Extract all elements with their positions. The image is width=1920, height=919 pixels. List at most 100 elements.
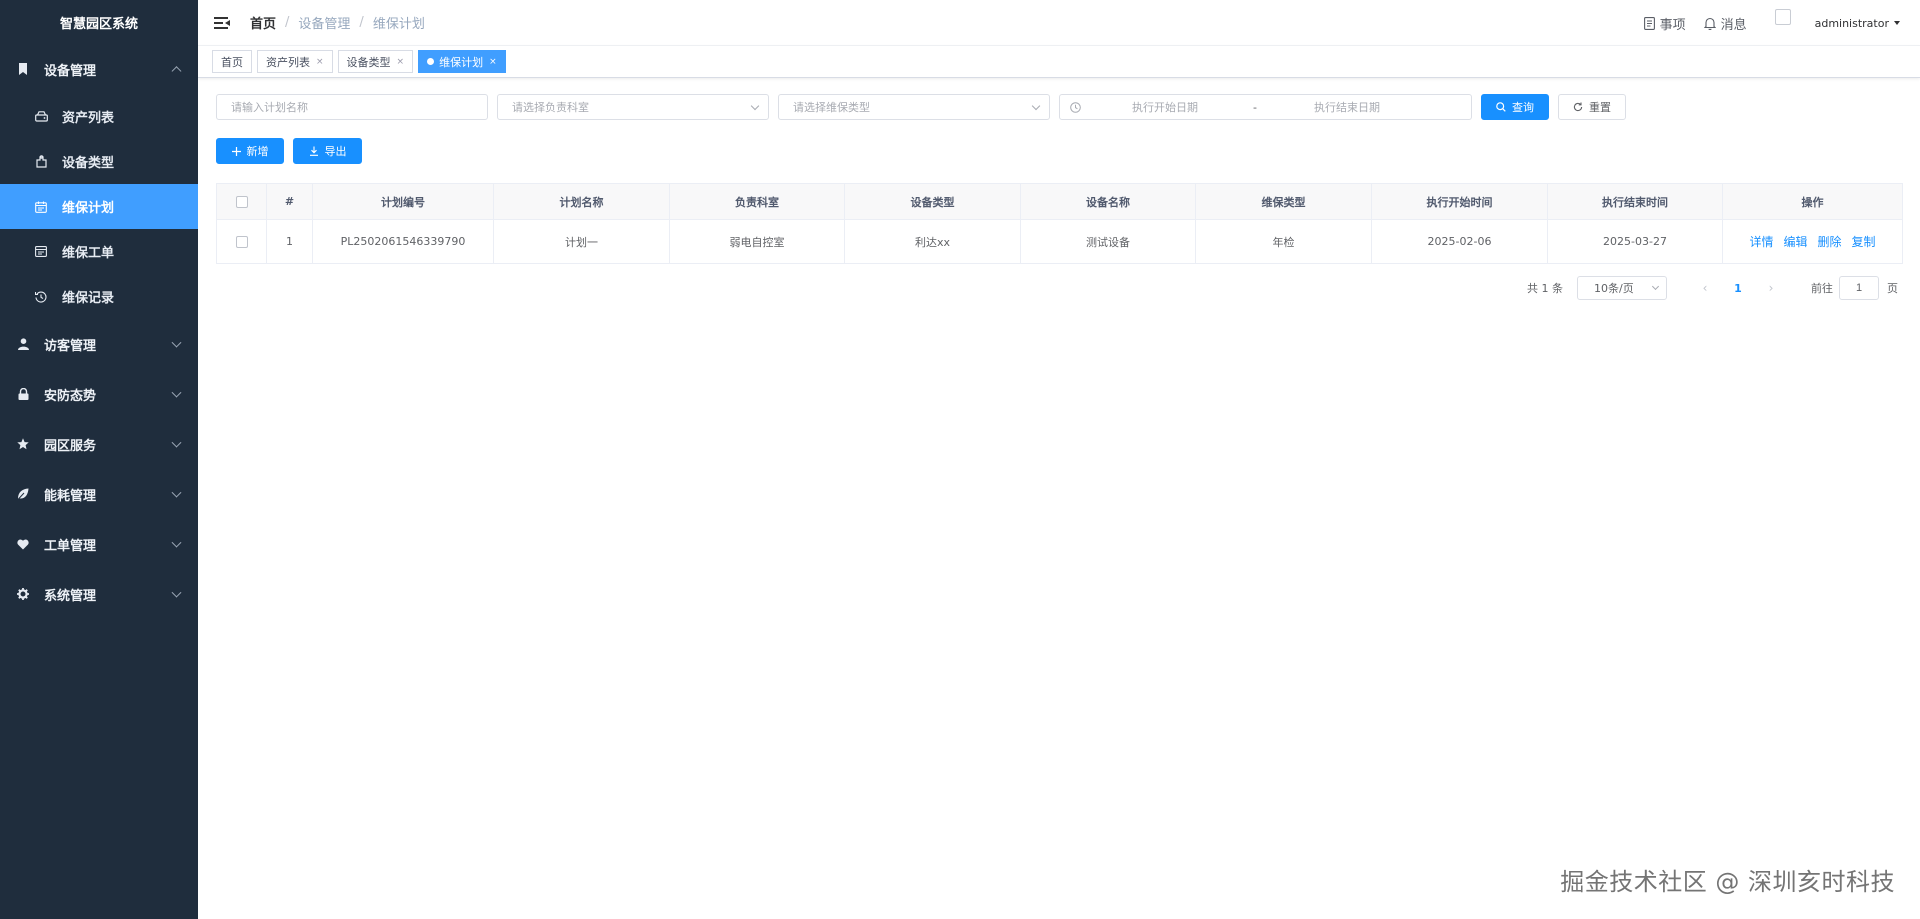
sidebar-group-device-management[interactable]: 设备管理 (0, 44, 198, 94)
cell-start-time: 2025-02-06 (1371, 219, 1548, 264)
tag-device-type[interactable]: 设备类型 × (337, 50, 414, 73)
chevron-down-icon (171, 587, 182, 598)
breadcrumb-item-device-management: 设备管理 (298, 17, 351, 32)
column-header-plan-no: 计划编号 (312, 183, 494, 220)
delete-link[interactable]: 删除 (1818, 235, 1842, 249)
pagination: 共 1 条 10条/页 ‹ 1 › 前往 页 (216, 276, 1902, 300)
submenu-device-management: 资产列表 设备类型 维保计划 维保工单 维保记录 (0, 94, 198, 319)
sidebar-group-energy[interactable]: 能耗管理 (0, 469, 198, 519)
prev-page-button[interactable]: ‹ (1691, 281, 1719, 295)
sidebar-group-system[interactable]: 系统管理 (0, 569, 198, 619)
chevron-down-icon (171, 487, 182, 498)
reset-label: 重置 (1589, 101, 1611, 114)
messages-button[interactable]: 消息 (1703, 14, 1747, 33)
sidebar-group-visitor-management[interactable]: 访客管理 (0, 319, 198, 369)
maintenance-type-placeholder: 请选择维保类型 (793, 101, 870, 114)
star-icon (16, 437, 30, 451)
row-checkbox[interactable] (235, 236, 248, 248)
next-page-button[interactable]: › (1757, 281, 1785, 295)
goto-page-input[interactable] (1839, 276, 1879, 300)
sidebar-item-label: 资产列表 (62, 111, 115, 126)
sidebar-item-device-type[interactable]: 设备类型 (0, 139, 198, 184)
pagination-total: 共 1 条 (1527, 282, 1563, 295)
user-icon (16, 337, 30, 351)
close-icon[interactable]: × (489, 57, 497, 67)
page-jumper: 前往 页 (1811, 276, 1898, 300)
search-icon (1496, 102, 1506, 112)
header-select-all[interactable] (216, 183, 267, 220)
end-date-input[interactable]: 执行结束日期 (1314, 99, 1380, 115)
search-label: 查询 (1512, 101, 1534, 114)
page-number-current[interactable]: 1 (1719, 282, 1757, 295)
date-range-picker[interactable]: 执行开始日期 - 执行结束日期 (1059, 94, 1472, 120)
gear-icon (16, 587, 30, 601)
tag-label: 维保计划 (439, 55, 484, 69)
maintenance-type-select[interactable]: 请选择维保类型 (778, 94, 1050, 120)
tag-asset-list[interactable]: 资产列表 × (257, 50, 333, 73)
detail-link[interactable]: 详情 (1749, 235, 1773, 249)
active-dot-icon (427, 58, 435, 65)
select-all-checkbox[interactable] (235, 196, 248, 208)
department-select[interactable]: 请选择负责科室 (497, 94, 769, 120)
drive-icon (34, 110, 48, 124)
edit-link[interactable]: 编辑 (1783, 235, 1807, 249)
table-row: 1 PL2502061546339790 计划一 弱电自控室 利达xx 测试设备… (216, 219, 1903, 264)
page-size-select[interactable]: 10条/页 (1577, 276, 1667, 300)
sidebar-item-maintenance-workorder[interactable]: 维保工单 (0, 229, 198, 274)
cell-operations: 详情 编辑 删除 复制 (1722, 219, 1903, 264)
breadcrumb-item-home[interactable]: 首页 (250, 13, 276, 32)
watermark: 掘金技术社区 @ 深圳亥时科技 (1560, 868, 1895, 896)
goto-prefix: 前往 (1811, 282, 1833, 295)
column-header-end-time: 执行结束时间 (1547, 183, 1723, 220)
sidebar-group-label: 设备管理 (44, 63, 97, 79)
sidebar-group-workorder[interactable]: 工单管理 (0, 519, 198, 569)
avatar[interactable] (1774, 9, 1791, 25)
user-menu[interactable]: administrator (1815, 17, 1900, 30)
hamburger-icon[interactable] (214, 16, 230, 30)
search-button[interactable]: 查询 (1481, 94, 1549, 120)
chevron-down-icon (171, 537, 182, 548)
navbar-right: 事项 消息 administrator (1626, 0, 1900, 46)
sidebar-group-label: 安防态势 (44, 388, 97, 404)
add-button[interactable]: 新增 (216, 138, 284, 164)
plan-name-placeholder: 请输入计划名称 (231, 101, 308, 114)
breadcrumb-item-maintenance-plan: 维保计划 (372, 17, 425, 32)
plan-name-input[interactable]: 请输入计划名称 (216, 94, 488, 120)
clock-icon (1070, 102, 1081, 113)
add-label: 新增 (246, 145, 269, 158)
sidebar-group-label: 访客管理 (44, 338, 97, 354)
cell-department: 弱电自控室 (669, 219, 845, 264)
close-icon[interactable]: × (397, 57, 405, 67)
copy-link[interactable]: 复制 (1852, 235, 1876, 249)
sidebar-group-security[interactable]: 安防态势 (0, 369, 198, 419)
export-label: 导出 (324, 145, 347, 158)
download-icon (309, 146, 318, 156)
sidebar-item-label: 维保工单 (62, 246, 115, 261)
matters-label: 事项 (1659, 17, 1686, 33)
close-icon[interactable]: × (316, 57, 324, 67)
range-separator: - (1253, 100, 1257, 114)
sidebar-group-park-service[interactable]: 园区服务 (0, 419, 198, 469)
start-date-input[interactable]: 执行开始日期 (1132, 99, 1198, 115)
form-icon (34, 245, 48, 259)
column-header-device-type: 设备类型 (844, 183, 1021, 220)
export-button[interactable]: 导出 (293, 138, 362, 164)
tag-home[interactable]: 首页 (212, 50, 252, 73)
column-header-plan-name: 计划名称 (493, 183, 670, 220)
sidebar-group-label: 能耗管理 (44, 488, 97, 504)
username: administrator (1814, 16, 1889, 30)
app-title: 智慧园区系统 (59, 16, 138, 32)
row-select[interactable] (216, 219, 267, 264)
tag-maintenance-plan[interactable]: 维保计划 × (418, 50, 506, 73)
filter-bar: 请输入计划名称 请选择负责科室 请选择维保类型 执行开始日期 - 执行结束日期 … (216, 94, 1902, 120)
chevron-down-icon (750, 101, 760, 111)
tag-label: 资产列表 (266, 55, 310, 69)
caret-down-icon (1894, 21, 1900, 25)
column-header-device-name: 设备名称 (1020, 183, 1196, 220)
sidebar-item-maintenance-plan[interactable]: 维保计划 (0, 184, 198, 229)
sidebar-item-asset-list[interactable]: 资产列表 (0, 94, 198, 139)
reset-button[interactable]: 重置 (1558, 94, 1626, 120)
sidebar-item-maintenance-record[interactable]: 维保记录 (0, 274, 198, 319)
matters-button[interactable]: 事项 (1643, 14, 1686, 33)
sidebar-group-label: 工单管理 (44, 538, 97, 554)
